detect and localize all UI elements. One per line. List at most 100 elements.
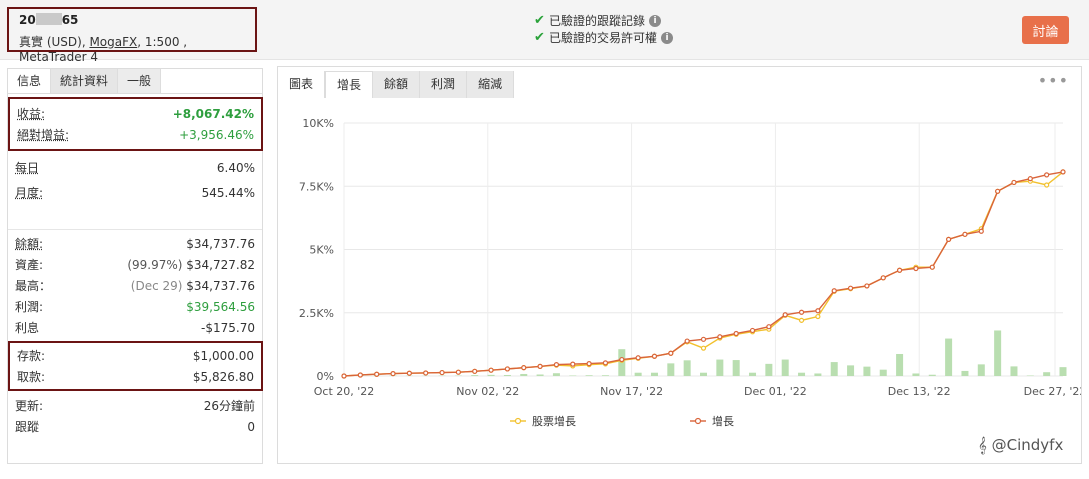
watermark: 𝄞 @Cindyfx bbox=[978, 436, 1064, 454]
growth-point bbox=[423, 370, 429, 376]
daily-bar bbox=[912, 373, 920, 376]
x-tick-label: Nov 17, '22 bbox=[600, 385, 663, 398]
account-id-mask bbox=[35, 13, 62, 25]
growth-point bbox=[602, 360, 609, 366]
legend-equity-growth-label: 股票增長 bbox=[532, 414, 576, 428]
account-type: 真實 (USD), bbox=[19, 35, 90, 49]
daily-bar bbox=[1010, 366, 1018, 376]
growth-point bbox=[929, 264, 935, 270]
equity-growth-point bbox=[1044, 182, 1050, 188]
daily-bar bbox=[749, 372, 757, 376]
abs-gain-row: 絕對增益: +3,956.46% bbox=[10, 124, 261, 145]
account-id-suffix: 65 bbox=[61, 13, 79, 27]
verification-status: ✔ 已驗證的跟蹤記錄 i ✔ 已驗證的交易許可權 i bbox=[534, 12, 674, 46]
growth-point bbox=[946, 236, 952, 242]
growth-point bbox=[798, 309, 805, 315]
daily-bar bbox=[994, 330, 1002, 376]
profit-label: 利潤: bbox=[15, 300, 44, 314]
growth-point bbox=[586, 361, 592, 367]
daily-bar bbox=[552, 373, 560, 376]
info-icon[interactable]: i bbox=[649, 14, 662, 27]
daily-bar bbox=[977, 364, 985, 376]
updated-value: 26分鐘前 bbox=[203, 399, 255, 413]
daily-bar bbox=[520, 373, 528, 376]
equity-growth-point bbox=[798, 317, 805, 323]
balance-row: 餘額: $34,737.76 bbox=[8, 233, 262, 254]
daily-bar bbox=[585, 375, 593, 376]
interest-row: 利息 -$175.70 bbox=[8, 317, 262, 338]
daily-bar bbox=[650, 372, 658, 376]
x-tick-label: Dec 13, '22 bbox=[888, 385, 951, 398]
daily-bar bbox=[830, 362, 838, 376]
growth-point bbox=[553, 362, 560, 368]
discuss-button[interactable]: 討論 bbox=[1022, 16, 1069, 44]
daily-bar bbox=[536, 374, 544, 376]
equity-value: $34,727.82 bbox=[186, 257, 255, 272]
daily-bar bbox=[863, 366, 871, 376]
gain-row: 收益: +8,067.42% bbox=[10, 103, 261, 124]
verified-trading-label: 已驗證的交易許可權 bbox=[549, 31, 658, 45]
tab-general[interactable]: 一般 bbox=[118, 69, 162, 93]
growth-point bbox=[439, 369, 445, 376]
x-tick-label: Dec 27, '22 bbox=[1024, 385, 1081, 398]
verified-trading-row: ✔ 已驗證的交易許可權 i bbox=[534, 29, 674, 46]
growth-point bbox=[521, 365, 527, 371]
monthly-value: 545.44% bbox=[201, 185, 255, 200]
chart-panel: 圖表 增長 餘額 利潤 縮減 ••• 0% 2.5K% 5K% 7.5K% 10K% O… bbox=[277, 66, 1082, 464]
daily-bar bbox=[765, 363, 773, 376]
abs-gain-label[interactable]: 絕對增益: bbox=[17, 126, 69, 143]
info-icon[interactable]: i bbox=[661, 31, 674, 44]
y-tick-label: 10K% bbox=[302, 117, 334, 130]
daily-bar bbox=[1026, 375, 1034, 376]
growth-point bbox=[504, 366, 511, 372]
growth-point bbox=[635, 355, 641, 361]
tab-info[interactable]: 信息 bbox=[8, 69, 52, 93]
growth-point bbox=[357, 372, 363, 378]
tracking-label: 跟蹤 bbox=[15, 420, 40, 434]
legend-equity-growth-marker bbox=[514, 417, 522, 425]
gain-label[interactable]: 收益: bbox=[17, 105, 45, 122]
growth-point bbox=[1044, 172, 1050, 178]
daily-bar bbox=[961, 370, 969, 376]
daily-bar bbox=[879, 369, 887, 376]
growth-point bbox=[488, 367, 494, 373]
abs-gain-value: +3,956.46% bbox=[179, 127, 254, 142]
equity-label: 資產: bbox=[15, 258, 44, 272]
growth-point bbox=[668, 350, 674, 356]
growth-point bbox=[455, 369, 461, 375]
growth-point bbox=[847, 285, 854, 291]
daily-bar bbox=[683, 360, 691, 376]
growth-point bbox=[995, 188, 1001, 194]
daily-bar bbox=[634, 372, 642, 376]
growth-point bbox=[766, 324, 772, 330]
stats-panel: 信息 統計資料 一般 收益: +8,067.42% 絕對增益: +3,956.4… bbox=[7, 68, 263, 464]
monthly-label[interactable]: 月度: bbox=[15, 184, 43, 201]
broker-link[interactable]: MogaFX bbox=[89, 35, 137, 49]
daily-bar bbox=[798, 372, 806, 376]
tab-statistics[interactable]: 統計資料 bbox=[51, 69, 119, 93]
growth-point bbox=[978, 228, 984, 234]
updated-row: 更新: 26分鐘前 bbox=[8, 395, 262, 416]
daily-bar bbox=[781, 359, 789, 376]
equity-growth-line bbox=[343, 171, 1064, 377]
legend-growth-marker bbox=[694, 417, 702, 425]
profit-row: 利潤: $39,564.56 bbox=[8, 296, 262, 317]
equity-percent: (99.97%) bbox=[127, 257, 183, 272]
growth-point bbox=[341, 373, 347, 379]
growth-point bbox=[390, 370, 396, 377]
highest-value: $34,737.76 bbox=[186, 278, 255, 293]
growth-point bbox=[831, 288, 837, 294]
account-info-box: 20 65 真實 (USD), MogaFX, 1:500 , MetaTrade… bbox=[7, 7, 257, 64]
interest-label: 利息 bbox=[15, 321, 40, 335]
monthly-row: 月度: 545.44% bbox=[8, 182, 262, 203]
gain-highlight-box: 收益: +8,067.42% 絕對增益: +3,956.46% bbox=[8, 97, 263, 151]
checkmark-icon: ✔ bbox=[534, 13, 545, 28]
daily-label[interactable]: 每日 bbox=[15, 159, 39, 176]
checkmark-icon: ✔ bbox=[534, 30, 545, 45]
growth-point bbox=[374, 371, 380, 377]
daily-bar bbox=[700, 372, 707, 376]
deposit-highlight-box: 存款: $1,000.00 取款: $5,826.80 bbox=[8, 341, 263, 391]
daily-bar bbox=[471, 375, 479, 376]
x-tick-label: Oct 20, '22 bbox=[314, 385, 375, 398]
highest-row: 最高： (Dec 29) $34,737.76 bbox=[8, 275, 262, 296]
